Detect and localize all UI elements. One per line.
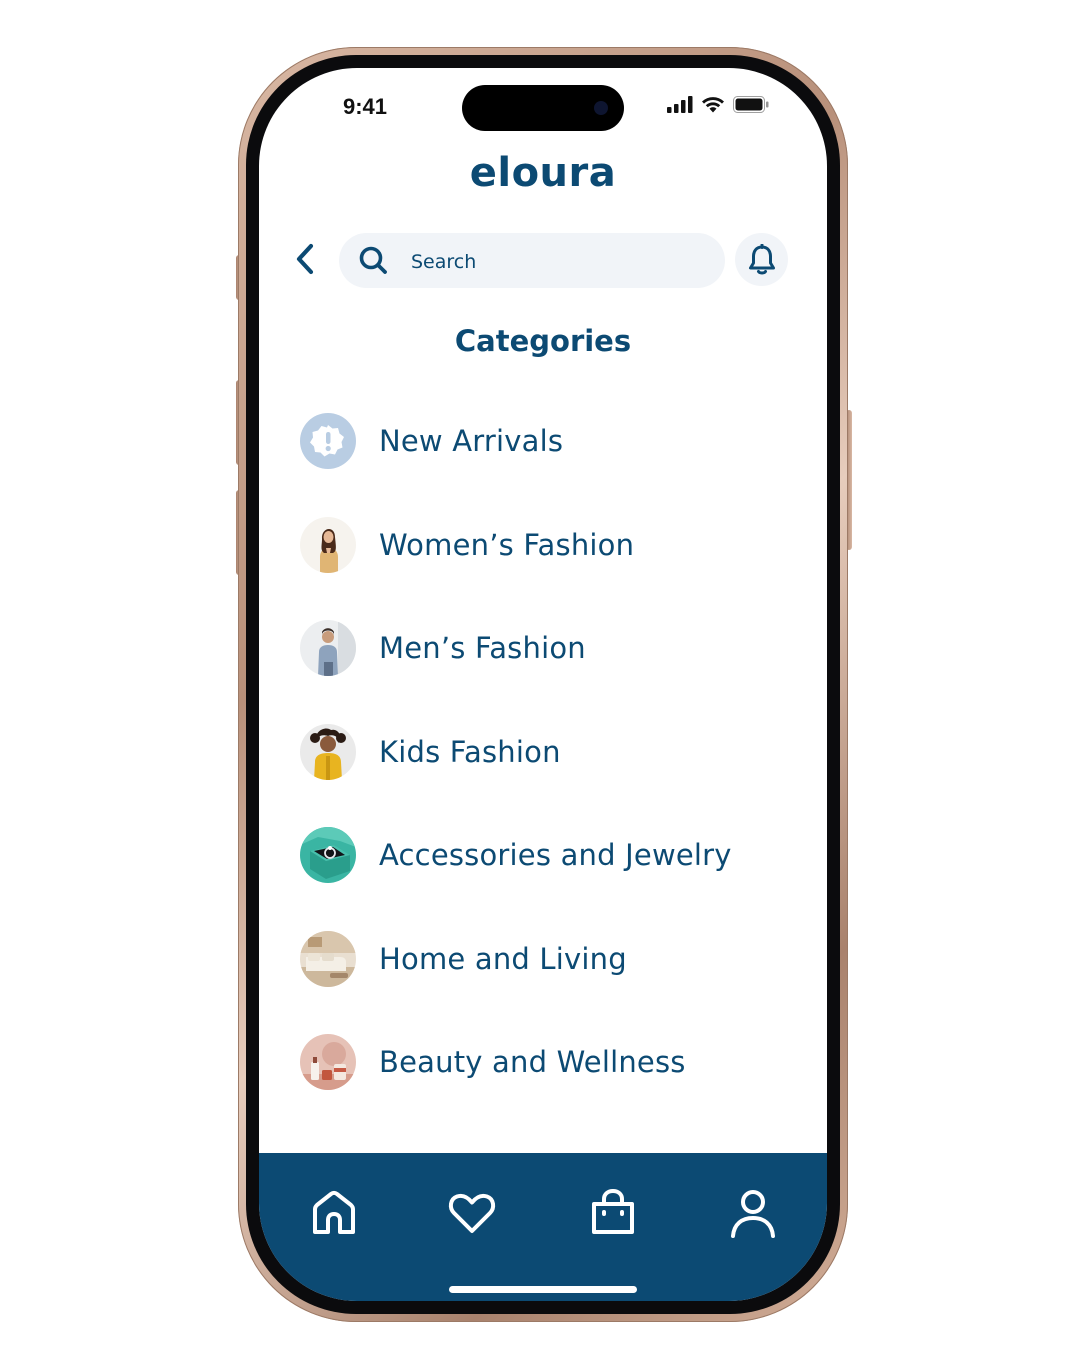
ring-box-thumbnail bbox=[300, 827, 356, 883]
battery-icon bbox=[733, 96, 769, 113]
cosmetics-thumbnail bbox=[300, 1034, 356, 1090]
category-label: New Arrivals bbox=[379, 424, 564, 458]
living-room-thumbnail bbox=[300, 930, 356, 987]
mockup-stage: 9:41 eloura Search Categories New Arriva… bbox=[0, 0, 1080, 1350]
front-camera bbox=[594, 101, 608, 115]
nav-favorites-button[interactable] bbox=[444, 1185, 500, 1241]
category-label: Beauty and Wellness bbox=[379, 1045, 686, 1079]
nav-home-button[interactable] bbox=[306, 1185, 362, 1241]
category-item-beauty-wellness[interactable]: Beauty and Wellness bbox=[300, 1034, 810, 1090]
cellular-signal-icon bbox=[667, 96, 693, 113]
app-logo-title: eloura bbox=[469, 150, 617, 196]
bottom-nav bbox=[259, 1153, 827, 1301]
badge-alert-icon bbox=[300, 413, 356, 469]
wifi-icon bbox=[702, 97, 724, 113]
category-label: Home and Living bbox=[379, 941, 627, 976]
heart-icon bbox=[448, 1193, 496, 1233]
phone-screen: 9:41 eloura Search Categories New Arriva… bbox=[259, 68, 827, 1301]
nav-profile-button[interactable] bbox=[725, 1185, 781, 1241]
category-item-kids-fashion[interactable]: Kids Fashion bbox=[300, 723, 810, 780]
search-bar[interactable] bbox=[339, 233, 725, 290]
men-fashion-thumbnail bbox=[300, 620, 356, 676]
category-label: Accessories and Jewelry bbox=[379, 838, 732, 872]
home-icon bbox=[313, 1190, 355, 1234]
category-label: Kids Fashion bbox=[379, 734, 561, 769]
dynamic-island bbox=[462, 85, 624, 131]
home-indicator[interactable] bbox=[449, 1286, 637, 1293]
categories-title: Categories bbox=[454, 324, 632, 358]
nav-bag-button[interactable] bbox=[585, 1185, 641, 1241]
status-icons bbox=[667, 96, 769, 113]
category-list: New Arrivals Women’s Fashion Men’s Fashi… bbox=[300, 413, 810, 1138]
category-item-accessories-jewelry[interactable]: Accessories and Jewelry bbox=[300, 827, 810, 883]
category-label: Women’s Fashion bbox=[379, 527, 635, 562]
user-icon bbox=[731, 1190, 775, 1238]
notifications-button[interactable] bbox=[735, 233, 788, 286]
category-item-womens-fashion[interactable]: Women’s Fashion bbox=[300, 516, 810, 573]
category-item-mens-fashion[interactable]: Men’s Fashion bbox=[300, 620, 810, 676]
category-label: Men’s Fashion bbox=[379, 631, 586, 665]
category-item-new-arrivals[interactable]: New Arrivals bbox=[300, 413, 810, 469]
search-icon bbox=[359, 246, 387, 274]
shopping-bag-icon bbox=[592, 1188, 634, 1234]
bell-icon bbox=[748, 243, 775, 274]
search-input[interactable] bbox=[409, 233, 713, 290]
back-button[interactable] bbox=[289, 242, 323, 276]
chevron-left-icon bbox=[296, 243, 314, 275]
kids-fashion-thumbnail bbox=[300, 723, 356, 780]
status-time: 9:41 bbox=[343, 94, 388, 119]
category-item-home-living[interactable]: Home and Living bbox=[300, 930, 810, 987]
women-fashion-thumbnail bbox=[300, 516, 356, 573]
